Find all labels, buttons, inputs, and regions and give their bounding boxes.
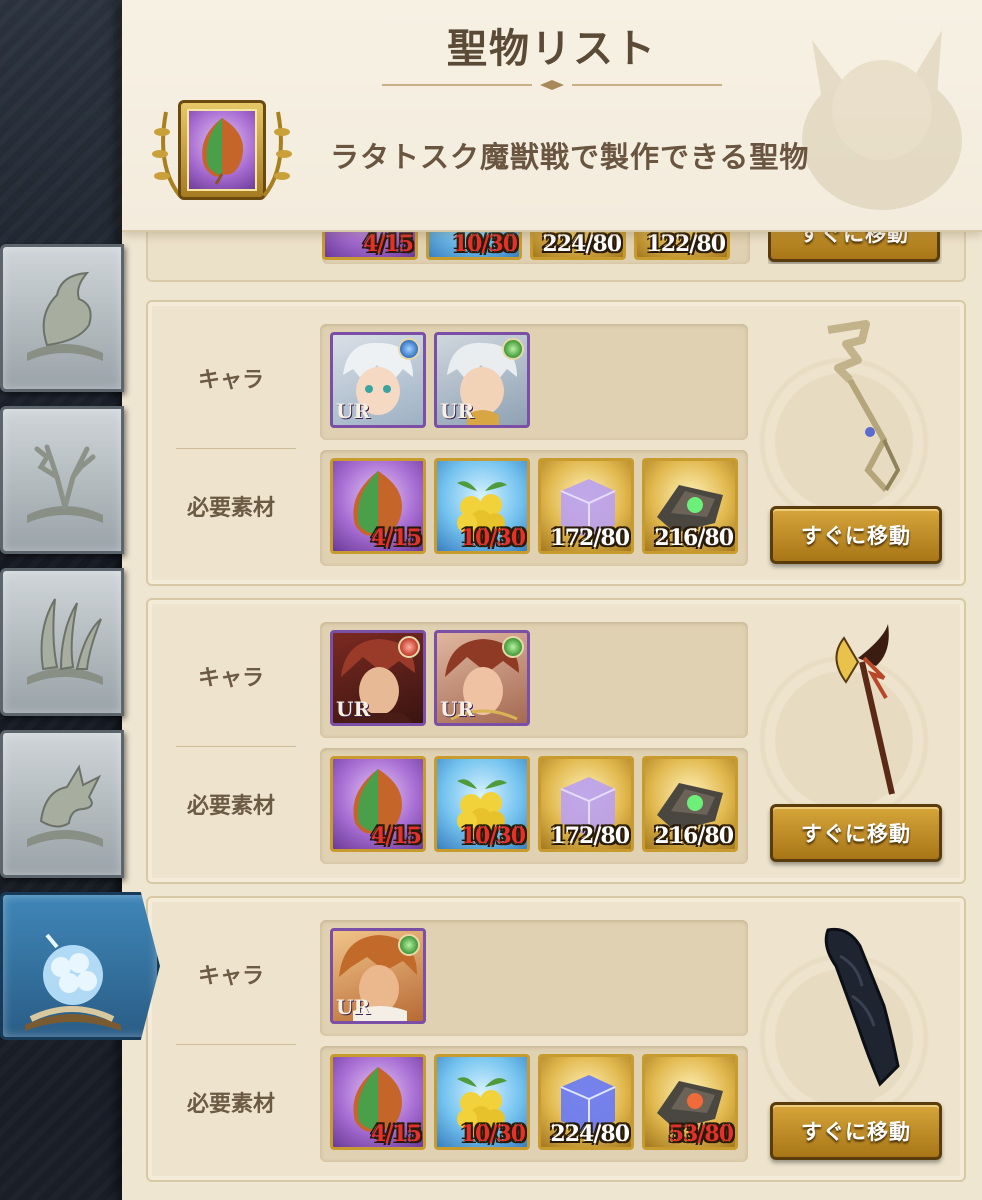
material-count: 122/80 (646, 232, 726, 257)
rarity-badge: UR (336, 399, 371, 423)
tab-claw[interactable] (0, 568, 124, 716)
partial-button-strip: すぐに移動 (768, 232, 942, 264)
attribute-green-icon (502, 338, 524, 360)
materials-label: 必要素材 (186, 496, 275, 521)
material-count: 224/80 (542, 232, 622, 257)
material-count: 4/15 (363, 232, 414, 257)
materials-row: 4/15 10/30 172/80 216/80 (320, 450, 748, 566)
chara-label: キャラ (197, 368, 264, 393)
relic-card-3: キャラ 必要素材 UR 4/15 10/30 224/80 53/80 すぐに移… (146, 896, 966, 1182)
material-count: 10/30 (452, 232, 518, 257)
leaf-material-icon (187, 109, 257, 191)
attribute-green-icon (502, 636, 524, 658)
rarity-badge: UR (440, 399, 475, 423)
purple-cube-icon[interactable]: 172/80 (538, 756, 634, 852)
leaf-material-icon: 4/15 (322, 232, 418, 260)
rarity-badge: UR (336, 995, 371, 1019)
chara-label: キャラ (197, 964, 264, 989)
golden-fruit-icon[interactable]: 10/30 (434, 1054, 530, 1150)
materials-row: 4/15 10/30 224/80 53/80 (320, 1046, 748, 1162)
green-gem-shard-icon[interactable]: 216/80 (642, 458, 738, 554)
material-count: 4/15 (371, 525, 422, 551)
golden-fruit-icon[interactable]: 10/30 (434, 756, 530, 852)
partial-materials-strip: 4/15 10/30 224/80 122/80 (322, 232, 762, 262)
chara-label: キャラ (197, 666, 264, 691)
material-count: 4/15 (371, 823, 422, 849)
label-divider (176, 746, 296, 747)
material-count: 10/30 (460, 823, 526, 849)
material-count: 10/30 (460, 525, 526, 551)
laurel-right-icon (262, 111, 292, 198)
character-portrait[interactable]: UR (434, 630, 530, 726)
golden-fruit-icon[interactable]: 10/30 (434, 458, 530, 554)
label-divider (176, 448, 296, 449)
material-count: 216/80 (654, 525, 734, 551)
gauntlet-weapon-icon (824, 927, 900, 1087)
material-count: 224/80 (550, 1121, 630, 1147)
character-row: UR UR (320, 622, 748, 738)
relic-card-2: キャラ 必要素材 UR UR 4/15 10/30 172/80 216/80 … (146, 598, 966, 884)
tab-fox[interactable] (0, 244, 124, 392)
material-count: 10/30 (460, 1121, 526, 1147)
purple-cube-icon[interactable]: 172/80 (538, 458, 634, 554)
green-gem-shard-icon: 122/80 (634, 232, 730, 260)
tab-antler[interactable] (0, 406, 124, 554)
header: 聖物リスト ラタトスク魔獣戦で製作できる聖物 (122, 0, 982, 232)
character-portrait[interactable]: UR (330, 332, 426, 428)
move-button[interactable]: すぐに移動 (770, 804, 942, 862)
material-count: 172/80 (550, 823, 630, 849)
material-count: 53/80 (668, 1121, 734, 1147)
green-gem-shard-icon[interactable]: 216/80 (642, 756, 738, 852)
axe-spear-weapon-icon (835, 624, 895, 795)
glowing-fruit-icon (25, 933, 121, 1031)
label-divider (176, 1044, 296, 1045)
character-portrait[interactable]: UR (330, 928, 426, 1024)
header-relic-emblem (152, 96, 292, 208)
move-button[interactable]: すぐに移動 (770, 1102, 942, 1160)
header-subtitle: ラタトスク魔獣戦で製作できる聖物 (330, 140, 810, 174)
rarity-badge: UR (440, 697, 475, 721)
relic-frame (178, 100, 266, 200)
attribute-red-icon (398, 636, 420, 658)
character-row: UR (320, 920, 748, 1036)
move-button-partial[interactable]: すぐに移動 (768, 232, 940, 262)
move-button[interactable]: すぐに移動 (770, 506, 942, 564)
attribute-blue-icon (398, 338, 420, 360)
material-count: 172/80 (550, 525, 630, 551)
staff-weapon-icon (827, 320, 901, 493)
relic-list-panel: 聖物リスト ラタトスク魔獣戦で製作できる聖物 4/15 10/30 224/80… (122, 0, 982, 1200)
character-row: UR UR (320, 324, 748, 440)
blue-cube-icon[interactable]: 224/80 (538, 1054, 634, 1150)
leaf-material-icon[interactable]: 4/15 (330, 756, 426, 852)
character-portrait[interactable]: UR (330, 630, 426, 726)
tab-dragon[interactable] (0, 730, 124, 878)
character-portrait[interactable]: UR (434, 332, 530, 428)
antler-emblem-icon (27, 444, 103, 523)
leaf-material-icon[interactable]: 4/15 (330, 458, 426, 554)
materials-label: 必要素材 (186, 1092, 275, 1117)
material-count: 216/80 (654, 823, 734, 849)
materials-label: 必要素材 (186, 794, 275, 819)
title-divider-ornament (382, 80, 722, 90)
relic-card-1: キャラ 必要素材 UR UR 4/15 10/30 172/80 216/80 … (146, 300, 966, 586)
red-gem-shard-icon[interactable]: 53/80 (642, 1054, 738, 1150)
purple-cube-icon: 224/80 (530, 232, 626, 260)
fox-emblem-icon (27, 271, 103, 361)
tab-fruit-active[interactable] (0, 892, 160, 1040)
leaf-material-icon[interactable]: 4/15 (330, 1054, 426, 1150)
attribute-green-icon (398, 934, 420, 956)
claw-emblem-icon (27, 598, 103, 685)
page-title: 聖物リスト (447, 26, 657, 72)
materials-row: 4/15 10/30 172/80 216/80 (320, 748, 748, 864)
dragon-emblem-icon (27, 764, 103, 847)
rarity-badge: UR (336, 697, 371, 721)
golden-fruit-icon: 10/30 (426, 232, 522, 260)
material-count: 4/15 (371, 1121, 422, 1147)
